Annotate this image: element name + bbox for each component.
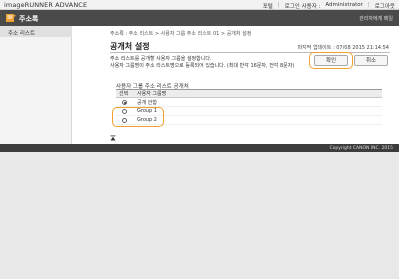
login-user-name: Administrator bbox=[325, 1, 363, 8]
portal-link[interactable]: 포털 bbox=[263, 2, 273, 10]
description: 주소 리스트를 공개할 사용자 그룹을 설정합니다. 사용자 그룹명이 주소 리… bbox=[110, 56, 325, 69]
copyright: Copyright CANON INC. 2015 bbox=[329, 145, 394, 151]
top-links: 포털 | 로그인 사용자 : Administrator | 로그아웃 bbox=[263, 2, 395, 10]
table-header: 선택 사용자 그룹명 bbox=[116, 90, 382, 98]
last-update: 마지막 업데이트 : 07/08 2015 21:14:54 bbox=[297, 45, 389, 51]
logout-link[interactable]: 로그아웃 bbox=[375, 2, 395, 10]
login-user-label: 로그인 사용자 : bbox=[284, 3, 321, 10]
separator: | bbox=[367, 1, 370, 8]
column-header-select: 선택 bbox=[119, 91, 129, 97]
separator: | bbox=[277, 1, 280, 8]
group-name: 공개 안함 bbox=[137, 99, 157, 106]
mail-admin-link[interactable]: 관리자에게 메일 bbox=[359, 15, 393, 22]
title-bar: 주소록 관리자에게 메일 bbox=[0, 10, 399, 26]
main-content: 주소록 : 주소 리스트 > 사용자 그룹 주소 리스트 01 > 공개처 설정… bbox=[72, 26, 399, 144]
sidebar-item-address-list[interactable]: 주소 리스트 bbox=[0, 26, 72, 37]
description-line: 사용자 그룹명이 주소 리스트명으로 등록되어 있습니다. (최대 반각 16문… bbox=[110, 62, 295, 69]
top-bar: imageRUNNER ADVANCE 포털 | 로그인 사용자 : Admin… bbox=[0, 0, 399, 10]
brand-name: imageRUNNER ADVANCE bbox=[4, 1, 88, 9]
radio-button[interactable] bbox=[122, 99, 127, 105]
back-to-top-icon[interactable] bbox=[110, 135, 116, 141]
address-book-icon bbox=[6, 14, 16, 22]
table-row[interactable]: 공개 안함 bbox=[116, 98, 382, 107]
breadcrumb: 주소록 : 주소 리스트 > 사용자 그룹 주소 리스트 01 > 공개처 설정 bbox=[110, 31, 252, 37]
column-header-group-name: 사용자 그룹명 bbox=[137, 91, 167, 97]
cancel-button[interactable]: 취소 bbox=[354, 55, 388, 66]
footer: Copyright CANON INC. 2015 bbox=[0, 144, 399, 152]
ok-button[interactable]: 확인 bbox=[314, 55, 348, 66]
page-title: 공개처 설정 bbox=[110, 42, 150, 51]
app-title: 주소록 bbox=[19, 14, 39, 23]
sidebar: 주소 리스트 bbox=[0, 26, 72, 144]
group-options-highlight bbox=[112, 107, 164, 127]
description-line: 주소 리스트를 공개할 사용자 그룹을 설정합니다. bbox=[110, 56, 212, 62]
